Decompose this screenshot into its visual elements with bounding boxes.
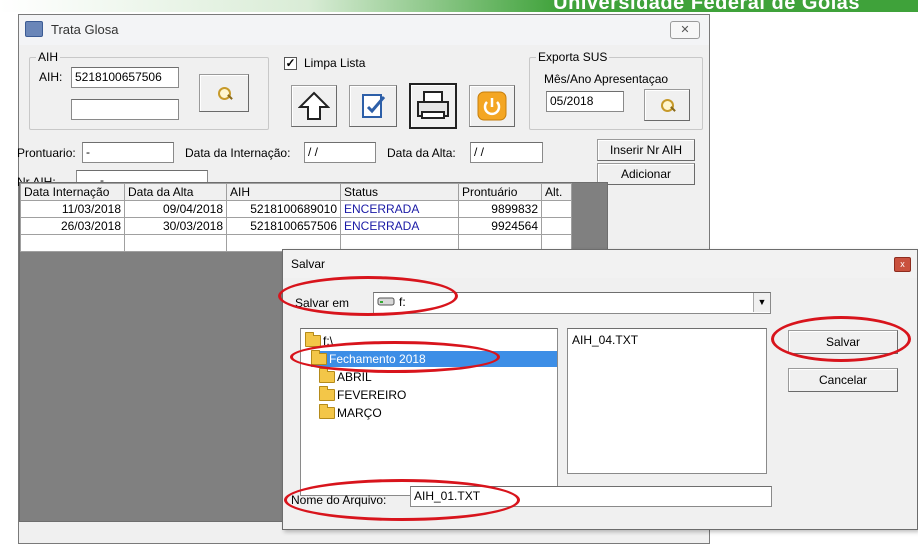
col-data-internacao[interactable]: Data Internação <box>20 183 125 201</box>
mes-ano-label: Mês/Ano Apresentaçao <box>544 72 669 86</box>
cell-aih: 5218100689010 <box>226 200 341 218</box>
data-internacao-label: Data da Internação: <box>185 146 291 160</box>
cell-prontuario: 9899832 <box>458 200 542 218</box>
banner-fade <box>0 0 560 12</box>
dialog-title-bar: Salvar x <box>283 250 917 278</box>
aih-input[interactable]: 5218100657506 <box>71 67 179 88</box>
table-row[interactable]: 11/03/2018 09/04/2018 5218100689010 ENCE… <box>20 200 572 218</box>
folder-label: Fechamento 2018 <box>329 352 426 366</box>
folder-open-icon <box>311 350 327 365</box>
folder-label: FEVEREIRO <box>337 388 407 402</box>
salvar-em-value: f: <box>399 295 406 309</box>
col-data-alta[interactable]: Data da Alta <box>124 183 227 201</box>
save-dialog: Salvar x Salvar em f: ▼ f:\ Fechamento 2… <box>282 249 918 530</box>
cell-aih: 5218100657506 <box>226 217 341 235</box>
cell-prontuario: 9924564 <box>458 217 542 235</box>
prontuario-label: Prontuario: <box>17 146 76 160</box>
power-icon <box>477 91 507 121</box>
print-button[interactable] <box>409 83 457 129</box>
cell-data-alta: 09/04/2018 <box>124 200 227 218</box>
chevron-down-icon[interactable]: ▼ <box>753 293 770 312</box>
folder-tree[interactable]: f:\ Fechamento 2018 ABRIL FEVEREIRO MARÇ… <box>300 328 558 496</box>
search-export-button[interactable] <box>644 89 690 121</box>
cell-status: ENCERRADA <box>340 217 459 235</box>
printer-icon <box>417 91 449 119</box>
up-arrow-icon <box>298 91 330 120</box>
cell-data-internacao: 11/03/2018 <box>20 200 125 218</box>
salvar-button[interactable]: Salvar <box>788 330 898 354</box>
folder-fevereiro[interactable]: FEVEREIRO <box>319 386 407 403</box>
nome-arquivo-input[interactable]: AIH_01.TXT <box>410 486 772 507</box>
edit-button[interactable] <box>349 85 397 127</box>
cell-alt <box>541 200 572 218</box>
col-alt[interactable]: Alt. <box>541 183 572 201</box>
window-title: Trata Glosa <box>51 22 119 37</box>
cell-status: ENCERRADA <box>340 200 459 218</box>
drive-icon <box>377 297 395 306</box>
search-icon <box>217 86 233 100</box>
folder-label: f:\ <box>323 334 334 348</box>
folder-marco[interactable]: MARÇO <box>319 404 382 421</box>
folder-icon <box>319 404 335 419</box>
nome-arquivo-label: Nome do Arquivo: <box>291 493 387 507</box>
cell-data-alta: 30/03/2018 <box>124 217 227 235</box>
exporta-sus-legend: Exporta SUS <box>538 50 608 64</box>
folder-label: MARÇO <box>337 406 382 420</box>
aih-table: Data Internação Data da Alta AIH Status … <box>20 183 572 252</box>
aih-second-input[interactable] <box>71 99 179 120</box>
salvar-em-dropdown[interactable]: f: ▼ <box>373 292 771 314</box>
inserir-nr-aih-button[interactable]: Inserir Nr AIH <box>597 139 695 161</box>
dialog-title: Salvar <box>291 257 326 271</box>
col-status[interactable]: Status <box>340 183 459 201</box>
folder-fechamento-2018[interactable]: Fechamento 2018 <box>311 350 557 367</box>
close-button[interactable]: ✕ <box>670 21 700 39</box>
cell-alt <box>541 217 572 235</box>
table-header-row: Data Internação Data da Alta AIH Status … <box>20 183 572 201</box>
file-item[interactable]: AIH_04.TXT <box>572 332 638 348</box>
salvar-em-label: Salvar em <box>295 296 350 310</box>
folder-open-icon <box>305 332 321 347</box>
cancelar-button[interactable]: Cancelar <box>788 368 898 392</box>
limpa-lista-label: Limpa Lista <box>304 56 366 70</box>
app-icon <box>25 21 43 37</box>
data-alta-input[interactable]: / / <box>470 142 543 163</box>
top-banner: Universidade Federal de Goiás <box>0 0 918 14</box>
limpa-lista-checkbox[interactable]: ✓ <box>284 57 297 70</box>
folder-icon <box>319 386 335 401</box>
up-arrow-button[interactable] <box>291 85 337 127</box>
edit-document-icon <box>362 94 386 118</box>
table-row[interactable]: 26/03/2018 30/03/2018 5218100657506 ENCE… <box>20 217 572 235</box>
power-button[interactable] <box>469 85 515 127</box>
file-list[interactable]: AIH_04.TXT <box>567 328 767 474</box>
prontuario-input[interactable]: - <box>82 142 174 163</box>
data-alta-label: Data da Alta: <box>387 146 456 160</box>
col-aih[interactable]: AIH <box>226 183 341 201</box>
aih-label: AIH: <box>39 70 63 84</box>
aih-group-legend: AIH <box>38 50 59 64</box>
banner-title: Universidade Federal de Goiás <box>553 0 860 14</box>
title-bar: Trata Glosa ✕ <box>19 15 709 45</box>
folder-icon <box>319 368 335 383</box>
data-internacao-input[interactable]: / / <box>304 142 376 163</box>
folder-label: ABRIL <box>337 370 372 384</box>
search-aih-button[interactable] <box>199 74 249 112</box>
col-prontuario[interactable]: Prontuário <box>458 183 542 201</box>
dialog-close-button[interactable]: x <box>894 257 911 272</box>
folder-root[interactable]: f:\ <box>305 332 334 349</box>
folder-abril[interactable]: ABRIL <box>319 368 372 385</box>
cell-data-internacao: 26/03/2018 <box>20 217 125 235</box>
adicionar-button[interactable]: Adicionar <box>597 163 695 185</box>
search-icon <box>660 98 676 112</box>
mes-ano-input[interactable]: 05/2018 <box>546 91 624 112</box>
